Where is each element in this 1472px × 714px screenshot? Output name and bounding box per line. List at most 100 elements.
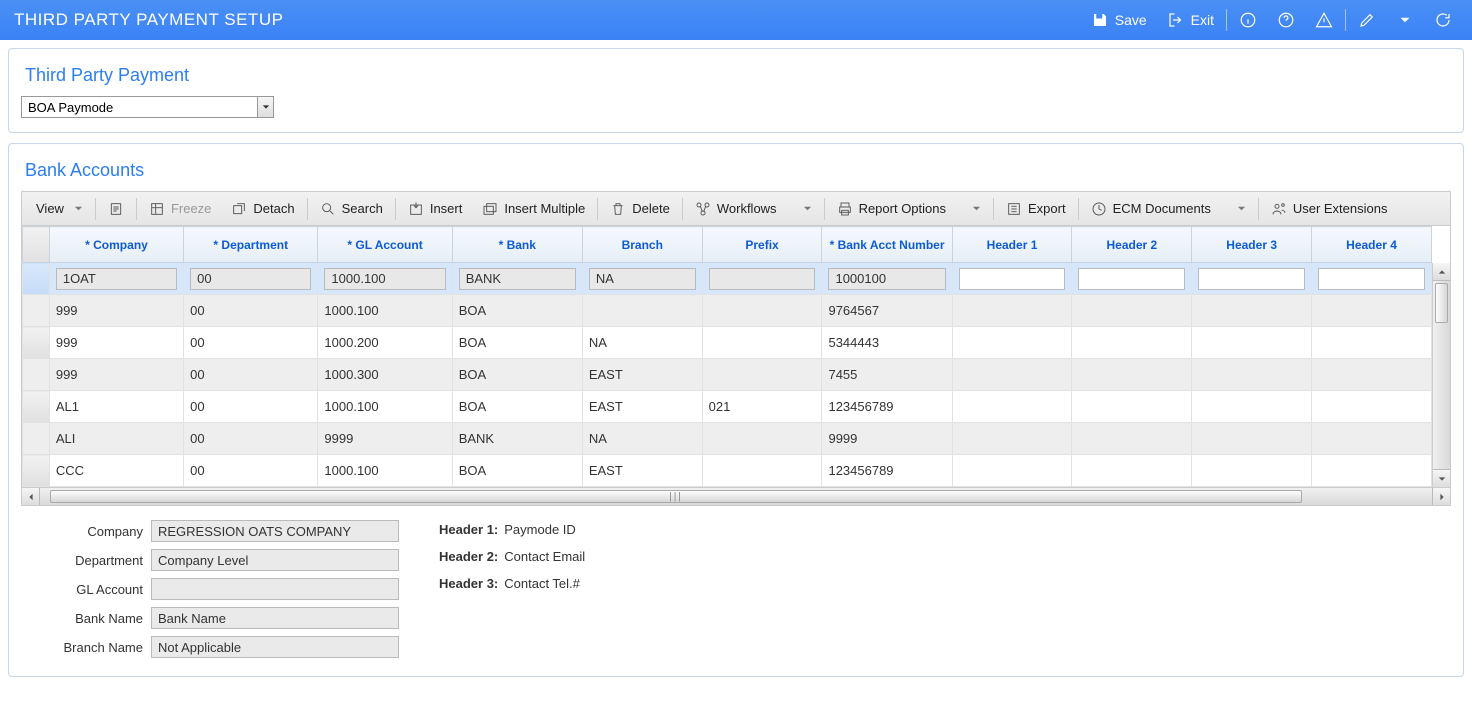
cell[interactable]: BOA bbox=[452, 391, 582, 423]
scroll-thumb[interactable]: ||| bbox=[50, 490, 1302, 503]
cell[interactable] bbox=[952, 455, 1072, 487]
cell[interactable] bbox=[1192, 455, 1312, 487]
cell[interactable] bbox=[1192, 359, 1312, 391]
cell[interactable] bbox=[702, 295, 822, 327]
horizontal-scrollbar[interactable]: ||| bbox=[21, 488, 1451, 506]
col-header1[interactable]: Header 1 bbox=[952, 227, 1072, 263]
cell[interactable]: AL1 bbox=[49, 391, 183, 423]
workflows-button[interactable]: Workflows bbox=[685, 192, 822, 226]
cell[interactable]: 123456789 bbox=[822, 391, 952, 423]
table-row[interactable]: 999001000.200BOANA5344443 bbox=[23, 327, 1432, 359]
cell[interactable] bbox=[1192, 327, 1312, 359]
col-branch[interactable]: Branch bbox=[582, 227, 702, 263]
cell[interactable] bbox=[1192, 391, 1312, 423]
row-selector[interactable] bbox=[23, 423, 50, 455]
col-gl-account[interactable]: * GL Account bbox=[318, 227, 452, 263]
cell[interactable]: 00 bbox=[184, 327, 318, 359]
insert-button[interactable]: Insert bbox=[398, 192, 473, 226]
cell[interactable]: 00 bbox=[184, 455, 318, 487]
cell[interactable] bbox=[952, 295, 1072, 327]
payment-type-input[interactable] bbox=[22, 97, 257, 117]
cell[interactable] bbox=[1072, 455, 1192, 487]
cell[interactable] bbox=[822, 263, 952, 295]
cell[interactable]: 9999 bbox=[318, 423, 452, 455]
row-selector-header[interactable] bbox=[23, 227, 50, 263]
cell[interactable]: 999 bbox=[49, 359, 183, 391]
cell[interactable]: 999 bbox=[49, 327, 183, 359]
cell[interactable] bbox=[952, 263, 1072, 295]
cell[interactable] bbox=[318, 263, 452, 295]
cell[interactable] bbox=[184, 263, 318, 295]
cell[interactable] bbox=[1072, 359, 1192, 391]
cell[interactable]: 00 bbox=[184, 359, 318, 391]
cell[interactable]: 1000.200 bbox=[318, 327, 452, 359]
cell[interactable] bbox=[1072, 295, 1192, 327]
help-button[interactable] bbox=[1267, 0, 1305, 40]
cell[interactable]: 999 bbox=[49, 295, 183, 327]
cell[interactable]: 1000.100 bbox=[318, 391, 452, 423]
cell[interactable] bbox=[1072, 327, 1192, 359]
cell[interactable] bbox=[1312, 423, 1432, 455]
col-header4[interactable]: Header 4 bbox=[1312, 227, 1432, 263]
cell[interactable] bbox=[582, 263, 702, 295]
cell[interactable]: BOA bbox=[452, 455, 582, 487]
cell[interactable] bbox=[702, 423, 822, 455]
bank-accounts-table[interactable]: * Company * Department * GL Account * Ba… bbox=[22, 226, 1432, 487]
cell-input[interactable] bbox=[459, 268, 576, 290]
table-row[interactable]: 999001000.300BOAEAST7455 bbox=[23, 359, 1432, 391]
col-bank-acct[interactable]: * Bank Acct Number bbox=[822, 227, 952, 263]
cell[interactable]: 00 bbox=[184, 295, 318, 327]
row-selector[interactable] bbox=[23, 391, 50, 423]
cell[interactable] bbox=[702, 327, 822, 359]
col-company[interactable]: * Company bbox=[49, 227, 183, 263]
table-row[interactable]: ALI009999BANKNA9999 bbox=[23, 423, 1432, 455]
table-row[interactable]: 999001000.100BOA9764567 bbox=[23, 295, 1432, 327]
scroll-left-button[interactable] bbox=[22, 488, 40, 505]
cell[interactable] bbox=[1312, 295, 1432, 327]
row-selector[interactable] bbox=[23, 359, 50, 391]
cell[interactable]: 00 bbox=[184, 423, 318, 455]
ecm-documents-button[interactable]: ECM Documents bbox=[1081, 192, 1256, 226]
save-button[interactable]: Save bbox=[1081, 0, 1157, 40]
cell[interactable]: NA bbox=[582, 327, 702, 359]
insert-multiple-button[interactable]: Insert Multiple bbox=[472, 192, 595, 226]
cell-input[interactable] bbox=[190, 268, 311, 290]
payment-type-dropdown-button[interactable] bbox=[257, 97, 273, 117]
cell-input[interactable] bbox=[1318, 268, 1425, 290]
dropdown-button[interactable] bbox=[1386, 0, 1424, 40]
table-row[interactable]: CCC001000.100BOAEAST123456789 bbox=[23, 455, 1432, 487]
col-prefix[interactable]: Prefix bbox=[702, 227, 822, 263]
cell[interactable] bbox=[702, 455, 822, 487]
view-menu[interactable]: View bbox=[26, 192, 93, 226]
row-selector[interactable] bbox=[23, 455, 50, 487]
cell[interactable] bbox=[1312, 327, 1432, 359]
cell-input[interactable] bbox=[1198, 268, 1305, 290]
cell[interactable]: BOA bbox=[452, 327, 582, 359]
cell[interactable]: 7455 bbox=[822, 359, 952, 391]
scroll-right-button[interactable] bbox=[1432, 488, 1450, 505]
cell[interactable]: CCC bbox=[49, 455, 183, 487]
col-bank[interactable]: * Bank bbox=[452, 227, 582, 263]
col-header2[interactable]: Header 2 bbox=[1072, 227, 1192, 263]
user-extensions-button[interactable]: User Extensions bbox=[1261, 192, 1398, 226]
cell[interactable] bbox=[1072, 263, 1192, 295]
cell[interactable]: BOA bbox=[452, 359, 582, 391]
cell[interactable] bbox=[1312, 455, 1432, 487]
cell[interactable] bbox=[952, 327, 1072, 359]
cell[interactable]: 021 bbox=[702, 391, 822, 423]
table-row[interactable] bbox=[23, 263, 1432, 295]
delete-button[interactable]: Delete bbox=[600, 192, 680, 226]
cell[interactable] bbox=[1192, 295, 1312, 327]
scroll-down-button[interactable] bbox=[1433, 469, 1450, 487]
cell-input[interactable] bbox=[589, 268, 696, 290]
scroll-thumb[interactable] bbox=[1435, 283, 1448, 323]
scroll-up-button[interactable] bbox=[1433, 263, 1450, 281]
cell[interactable] bbox=[1072, 423, 1192, 455]
row-selector[interactable] bbox=[23, 327, 50, 359]
cell[interactable] bbox=[1312, 263, 1432, 295]
cell[interactable]: 1000.300 bbox=[318, 359, 452, 391]
alert-button[interactable] bbox=[1305, 0, 1343, 40]
search-button[interactable]: Search bbox=[310, 192, 393, 226]
cell[interactable] bbox=[582, 295, 702, 327]
payment-type-select[interactable] bbox=[21, 96, 274, 118]
